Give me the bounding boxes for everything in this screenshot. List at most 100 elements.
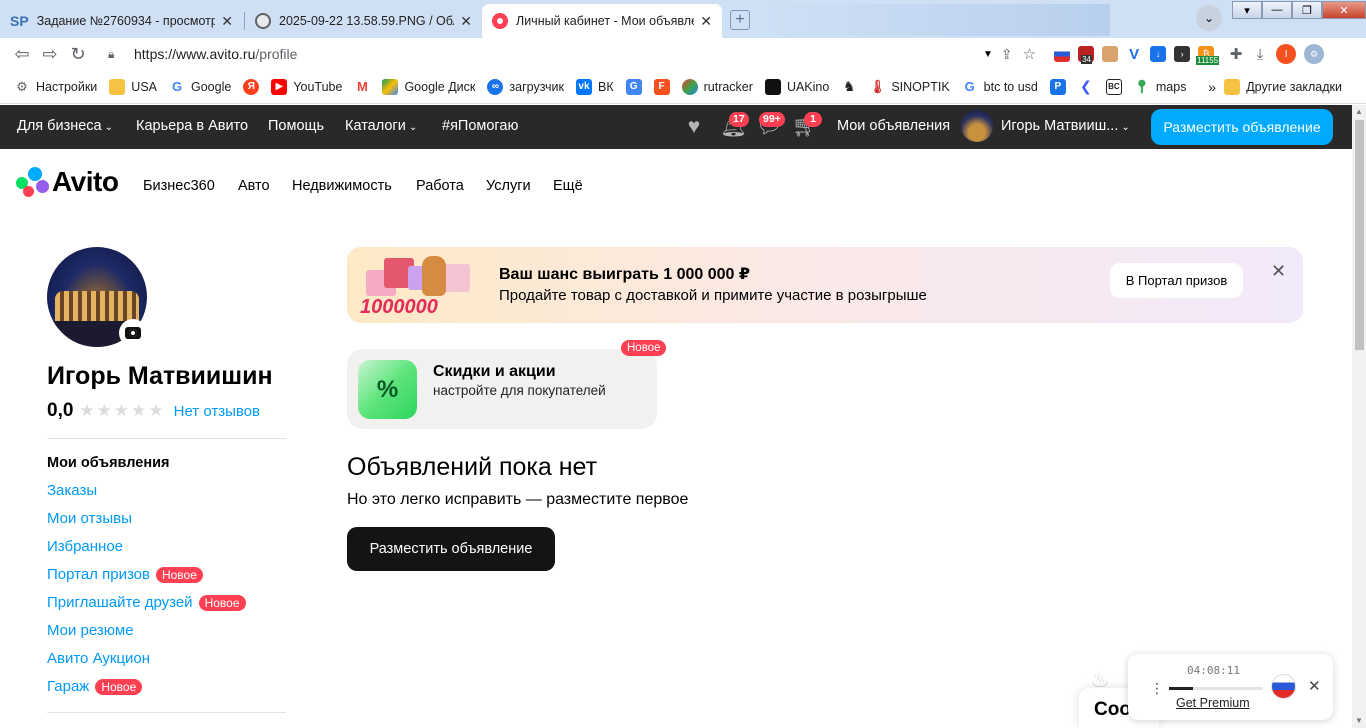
bookmark-f[interactable]: F xyxy=(653,78,670,95)
nav-help[interactable]: Помощь xyxy=(268,118,324,134)
bookmark-bc[interactable]: BC xyxy=(1105,78,1122,95)
url-field[interactable]: 🔒︎ https://www.avito.ru/profile xyxy=(108,41,1058,67)
prize-portal-button[interactable]: В Портал призов xyxy=(1110,263,1243,298)
category-realty[interactable]: Недвижимость xyxy=(292,178,392,194)
gmail-icon: M xyxy=(357,79,368,94)
back-arrow-icon[interactable]: ⇦ xyxy=(8,44,36,65)
sidebar-item-my-reviews[interactable]: Мои отзывы xyxy=(47,510,132,527)
user-menu[interactable]: Игорь Матвииш... ⌄ xyxy=(1001,118,1130,134)
header-avatar[interactable] xyxy=(961,110,993,142)
place-first-ad-button[interactable]: Разместить объявление xyxy=(347,527,555,571)
bitcoin-icon[interactable]: ₿ 11155 xyxy=(1196,46,1220,65)
puzzle-extensions-icon[interactable]: ✚ xyxy=(1228,46,1244,63)
bookmark-google-drive[interactable]: Google Диск xyxy=(382,78,475,95)
bookmark-maps[interactable]: 📍︎ maps xyxy=(1134,79,1187,95)
share-icon[interactable]: ⇪ xyxy=(1001,46,1013,63)
avito-favicon-icon xyxy=(492,13,508,29)
star-bookmark-icon[interactable]: ☆ xyxy=(1023,45,1036,63)
gifts-cat-illustration: 1000000 xyxy=(360,252,478,318)
category-more[interactable]: Ещё xyxy=(553,178,583,194)
nav-career[interactable]: Карьера в Авито xyxy=(136,118,248,134)
bookmark-translate[interactable]: G xyxy=(625,78,642,95)
get-premium-link[interactable]: Get Premium xyxy=(1176,696,1250,710)
sidebar-item-my-ads[interactable]: Мои объявления xyxy=(47,455,169,471)
mail-extension-icon[interactable]: 34 xyxy=(1078,46,1095,64)
notifications-badge: 17 xyxy=(729,112,749,127)
bookmark-usa[interactable]: USA xyxy=(109,78,157,95)
sidebar-item-my-resumes[interactable]: Мои резюме xyxy=(47,622,134,639)
category-jobs[interactable]: Работа xyxy=(416,178,464,194)
settings-gear-icon[interactable]: ⚙ xyxy=(1304,44,1325,64)
chevron-down-icon[interactable]: ⌄ xyxy=(1196,5,1222,31)
sidebar-item-favorites[interactable]: Избранное xyxy=(47,538,123,555)
tab-task[interactable]: SP Задание №2760934 - просмотр задания ✕ xyxy=(0,4,243,38)
bookmark-sinoptik[interactable]: 🌡︎ SINOPTIK xyxy=(869,79,950,95)
bookmark-youtube[interactable]: ▶ YouTube xyxy=(271,78,342,95)
tab-close-icon[interactable]: ✕ xyxy=(460,13,472,30)
avito-logo[interactable]: Avito xyxy=(16,166,119,198)
bookmark-uakino[interactable]: UAKino xyxy=(764,78,829,95)
sidebar-item-auction[interactable]: Авито Аукцион xyxy=(47,650,150,667)
scroll-thumb[interactable] xyxy=(1355,120,1364,350)
theme-icon[interactable]: ▾ xyxy=(1232,1,1262,19)
bookmark-vk[interactable]: vk ВК xyxy=(575,78,614,95)
page-scrollbar[interactable]: ▲ ▼ xyxy=(1352,105,1366,728)
sidebar-divider xyxy=(47,712,286,713)
vpn-v-icon[interactable]: V xyxy=(1126,46,1142,63)
promo-close-icon[interactable]: ✕ xyxy=(1271,261,1286,282)
other-bookmarks[interactable]: Другие закладки xyxy=(1224,70,1342,104)
tab-avito-profile[interactable]: Личный кабинет - Мои объявления ✕ xyxy=(482,4,722,38)
place-ad-button[interactable]: Разместить объявление xyxy=(1151,109,1333,145)
bookmark-settings[interactable]: ⚙ Настройки xyxy=(14,79,97,95)
dropdown-caret-icon[interactable]: ▼ xyxy=(983,49,993,60)
my-ads-link[interactable]: Мои объявления xyxy=(837,118,950,134)
category-auto[interactable]: Авто xyxy=(238,178,270,194)
download-extension-icon[interactable]: ↓ xyxy=(1150,46,1167,62)
nav-ya-pomogayu[interactable]: #яПомогаю xyxy=(442,118,518,134)
tab-close-icon[interactable]: ✕ xyxy=(700,13,712,30)
nav-for-business[interactable]: Для бизнеса ⌄ xyxy=(17,118,113,134)
terminal-icon[interactable]: › xyxy=(1174,46,1191,62)
pixel-face-icon[interactable] xyxy=(1102,46,1119,62)
reload-icon[interactable]: ↻ xyxy=(64,44,92,65)
minimize-icon[interactable]: — xyxy=(1262,1,1292,19)
camera-icon[interactable] xyxy=(119,319,147,347)
new-tab-plus-icon[interactable]: + xyxy=(730,10,750,30)
downloads-icon[interactable]: ⤓ xyxy=(1252,46,1268,63)
nav-catalogs[interactable]: Каталоги ⌄ xyxy=(345,118,417,134)
profile-avatar-icon[interactable]: I xyxy=(1276,44,1297,64)
profile-name: Игорь Матвиишин xyxy=(47,362,273,390)
forward-arrow-icon[interactable]: ⇨ xyxy=(36,44,64,65)
bookmark-yandex[interactable]: Я xyxy=(243,78,260,95)
rating-stars-icon: ★★★★★ xyxy=(79,401,166,420)
bookmark-rutracker[interactable]: rutracker xyxy=(681,78,753,95)
window-close-icon[interactable]: ✕ xyxy=(1322,1,1366,19)
bookmarks-more-chevron-icon[interactable]: » xyxy=(1208,79,1216,95)
folder-icon xyxy=(109,78,126,95)
scroll-up-icon[interactable]: ▲ xyxy=(1352,105,1366,119)
bookmark-google[interactable]: G Google xyxy=(169,79,231,95)
category-services[interactable]: Услуги xyxy=(486,178,531,194)
sidebar-item-garage[interactable]: Гараж Новое xyxy=(47,678,143,695)
more-vertical-icon[interactable]: ⋮ xyxy=(1150,680,1164,697)
scroll-down-icon[interactable]: ▼ xyxy=(1352,714,1366,728)
tab-cloud[interactable]: 2025-09-22 13.58.59.PNG / Облако Mail ✕ xyxy=(245,4,482,38)
bookmark-chess[interactable]: ♞ xyxy=(841,78,857,95)
timer-close-icon[interactable]: ✕ xyxy=(1308,677,1321,695)
russia-flag-icon[interactable] xyxy=(1271,674,1296,699)
bookmark-btc-to-usd[interactable]: Gbtc to usd xyxy=(962,79,1038,95)
russia-flag-icon[interactable] xyxy=(1054,46,1071,62)
sidebar-item-prize-portal[interactable]: Портал призов Новое xyxy=(47,566,203,583)
sidebar-item-invite-friends[interactable]: Приглашайте друзей Новое xyxy=(47,594,246,611)
bookmark-p[interactable]: P xyxy=(1049,78,1066,95)
maximize-icon[interactable]: ❐ xyxy=(1292,1,1322,19)
category-business360[interactable]: Бизнес360 xyxy=(143,178,215,194)
favorites-heart-icon[interactable]: ♥ xyxy=(682,115,706,139)
bookmark-downloader[interactable]: ∞ загрузчик xyxy=(487,78,564,95)
globe-icon xyxy=(255,13,271,29)
tab-close-icon[interactable]: ✕ xyxy=(221,13,233,30)
sidebar-item-orders[interactable]: Заказы xyxy=(47,482,97,499)
bookmark-gmail[interactable]: M xyxy=(354,79,370,95)
no-reviews-link[interactable]: Нет отзывов xyxy=(174,403,260,420)
bookmark-arrow[interactable]: ❮ xyxy=(1078,78,1094,95)
